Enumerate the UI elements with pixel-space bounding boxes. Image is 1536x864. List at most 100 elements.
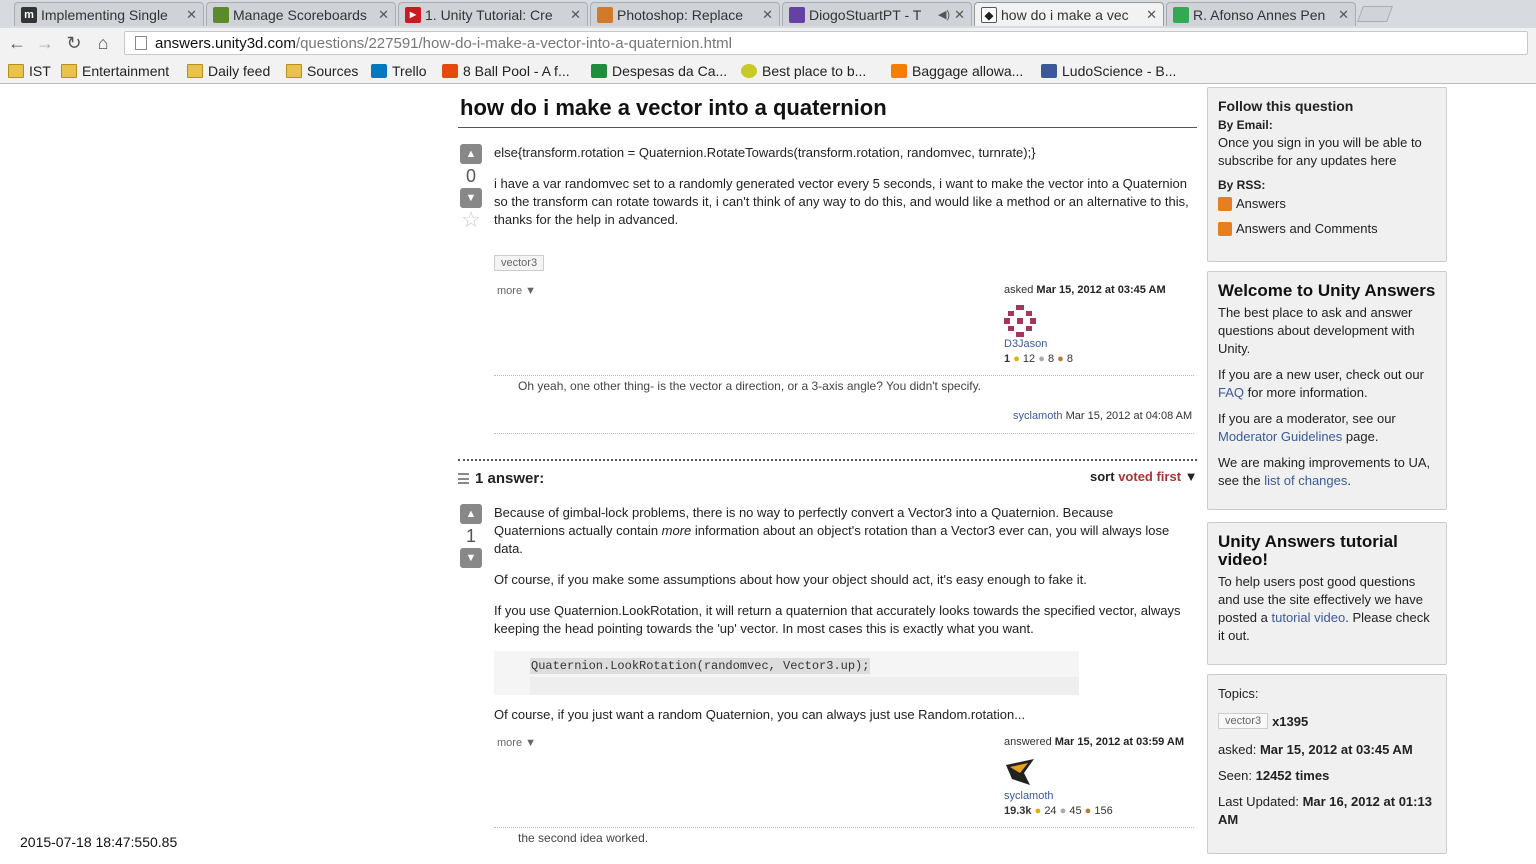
question-body: i have a var randomvec set to a randomly…	[494, 176, 1189, 227]
bookmark-entertainment[interactable]: Entertainment	[61, 61, 169, 81]
more-menu[interactable]: more ▼	[497, 285, 536, 297]
bookmark-baggage[interactable]: Baggage allowa...	[891, 61, 1023, 81]
welcome-box: Welcome to Unity Answers The best place …	[1207, 271, 1447, 510]
by-rss-label: By RSS:	[1218, 178, 1266, 192]
twitch-icon	[789, 6, 805, 23]
answerer-username[interactable]: syclamoth	[1004, 790, 1054, 802]
gold-badge-icon: ●	[1013, 353, 1020, 365]
capture-timestamp: 2015-07-18 18:47:550.85	[20, 834, 178, 850]
sort-dropdown[interactable]: sort voted first ▼	[1090, 469, 1198, 484]
code-block: Quaternion.LookRotation(randomvec, Vecto…	[494, 651, 1079, 695]
bookmark-8-ball-pool[interactable]: 8 Ball Pool - A f...	[442, 61, 570, 81]
welcome-p3: If you are a moderator, see our Moderato…	[1218, 410, 1436, 446]
game-icon	[442, 64, 458, 78]
asked-date: Mar 15, 2012 at 03:45 AM	[1036, 284, 1166, 296]
bookmark-label: Best place to b...	[762, 63, 867, 79]
stackexchange-icon	[597, 6, 613, 23]
close-icon[interactable]: ✕	[1338, 7, 1349, 23]
gold-count: 24	[1044, 805, 1057, 817]
bronze-badge-icon: ●	[1084, 805, 1092, 817]
question-stats-box: Topics: vector3 x1395 asked: Mar 15, 201…	[1207, 674, 1447, 854]
more-menu[interactable]: more ▼	[497, 737, 536, 749]
page-icon	[135, 36, 147, 50]
reload-icon[interactable]: ↻	[63, 32, 85, 54]
back-arrow-icon[interactable]: ←	[6, 32, 28, 54]
close-icon[interactable]: ✕	[186, 7, 197, 23]
close-icon[interactable]: ✕	[954, 7, 965, 23]
home-icon[interactable]: ⌂	[92, 32, 114, 54]
comment-divider	[494, 433, 1194, 434]
email-text: Once you sign in you will be able to sub…	[1218, 135, 1422, 168]
bookmark-best-place[interactable]: Best place to b...	[741, 61, 866, 81]
close-icon[interactable]: ✕	[570, 7, 581, 23]
unity-icon: ◆	[981, 6, 997, 23]
tab-title: DiogoStuartPT - T	[809, 6, 922, 23]
comment-date: Mar 15, 2012 at 04:08 AM	[1065, 410, 1193, 422]
thumbs-up-icon[interactable]: ▲	[460, 504, 482, 524]
m-icon: m	[21, 6, 37, 23]
comment-username[interactable]: syclamoth	[1013, 410, 1063, 422]
stats-seen: Seen: 12452 times	[1218, 767, 1436, 785]
tab-maps[interactable]: R. Afonso Annes Pen ✕	[1166, 2, 1356, 26]
value: 12452 times	[1255, 768, 1330, 783]
text: If you are a moderator, see our	[1218, 411, 1396, 426]
address-bar[interactable]: answers.unity3d.com/questions/227591/how…	[124, 31, 1528, 55]
list-of-changes-link[interactable]: list of changes	[1264, 473, 1347, 488]
star-icon[interactable]: ☆	[459, 208, 483, 232]
text: page.	[1342, 429, 1379, 444]
tutorial-video-link[interactable]: tutorial video	[1272, 610, 1346, 625]
user-avatar[interactable]	[1004, 757, 1036, 787]
silver-badge-icon: ●	[1038, 353, 1045, 365]
by-email-label: By Email:	[1218, 118, 1273, 132]
moderator-guidelines-link[interactable]: Moderator Guidelines	[1218, 429, 1342, 444]
bookmark-trello[interactable]: Trello	[371, 61, 427, 81]
reputation: 1	[1004, 353, 1011, 365]
code-line-empty	[530, 677, 1079, 695]
url-host: answers.unity3d.com	[155, 34, 296, 52]
rss-answers-link[interactable]: Answers	[1218, 196, 1436, 211]
welcome-title: Welcome to Unity Answers	[1218, 281, 1436, 300]
thumbs-up-icon[interactable]: ▲	[460, 144, 482, 164]
rss-answers-comments-link[interactable]: Answers and Comments	[1218, 221, 1436, 236]
bookmark-label: Entertainment	[82, 63, 170, 79]
tab-photoshop[interactable]: Photoshop: Replace ✕	[590, 2, 780, 26]
question-tag[interactable]: vector3	[494, 255, 545, 271]
tab-title: how do i make a vec	[1001, 6, 1129, 23]
forward-arrow-icon[interactable]: →	[34, 32, 56, 54]
bookmark-ludoscience[interactable]: LudoScience - B...	[1041, 61, 1176, 81]
tutorial-video-box: Unity Answers tutorial video! To help us…	[1207, 522, 1447, 665]
sort-value: voted first	[1118, 469, 1182, 484]
emphasis: more	[661, 523, 692, 538]
comment-meta: syclamoth Mar 15, 2012 at 04:08 AM	[1013, 410, 1192, 422]
new-tab-button[interactable]	[1357, 6, 1393, 22]
topic-tag[interactable]: vector3	[1218, 713, 1269, 729]
close-icon[interactable]: ✕	[762, 7, 773, 23]
tab-twitch[interactable]: DiogoStuartPT - T ◀) ✕	[782, 2, 972, 26]
bookmark-daily-feed[interactable]: Daily feed	[187, 61, 270, 81]
answer-paragraph-1: Because of gimbal-lock problems, there i…	[494, 504, 1184, 558]
silver-count: 8	[1047, 353, 1055, 365]
scoreboard-icon	[213, 6, 229, 23]
bookmarks-bar: IST Entertainment Daily feed Sources Tre…	[0, 58, 1536, 84]
user-avatar[interactable]	[1004, 305, 1036, 337]
bookmark-ist[interactable]: IST	[8, 61, 51, 81]
tab-implementing-single[interactable]: m Implementing Single ✕	[14, 2, 204, 26]
tab-strip: m Implementing Single ✕ Manage Scoreboar…	[0, 0, 1536, 28]
tab-title: Implementing Single	[41, 6, 168, 23]
bookmark-despesas[interactable]: Despesas da Ca...	[591, 61, 727, 81]
tab-unity-tutorial[interactable]: ▶ 1. Unity Tutorial: Cre ✕	[398, 2, 588, 26]
tab-current-question[interactable]: ◆ how do i make a vec ✕	[974, 2, 1164, 26]
tab-title: R. Afonso Annes Pen	[1193, 6, 1326, 23]
label: Last Updated:	[1218, 794, 1299, 809]
tab-manage-scoreboards[interactable]: Manage Scoreboards ✕	[206, 2, 396, 26]
asker-username[interactable]: D3Jason	[1004, 338, 1047, 350]
answered-prefix: answered	[1004, 736, 1052, 748]
close-icon[interactable]: ✕	[1146, 7, 1157, 23]
bookmark-sources[interactable]: Sources	[286, 61, 358, 81]
bronze-count: 156	[1094, 805, 1113, 817]
faq-link[interactable]: FAQ	[1218, 385, 1244, 400]
thumbs-down-icon[interactable]: ▼	[460, 188, 482, 208]
speaker-icon[interactable]: ◀)	[938, 8, 950, 21]
thumbs-down-icon[interactable]: ▼	[460, 548, 482, 568]
close-icon[interactable]: ✕	[378, 7, 389, 23]
